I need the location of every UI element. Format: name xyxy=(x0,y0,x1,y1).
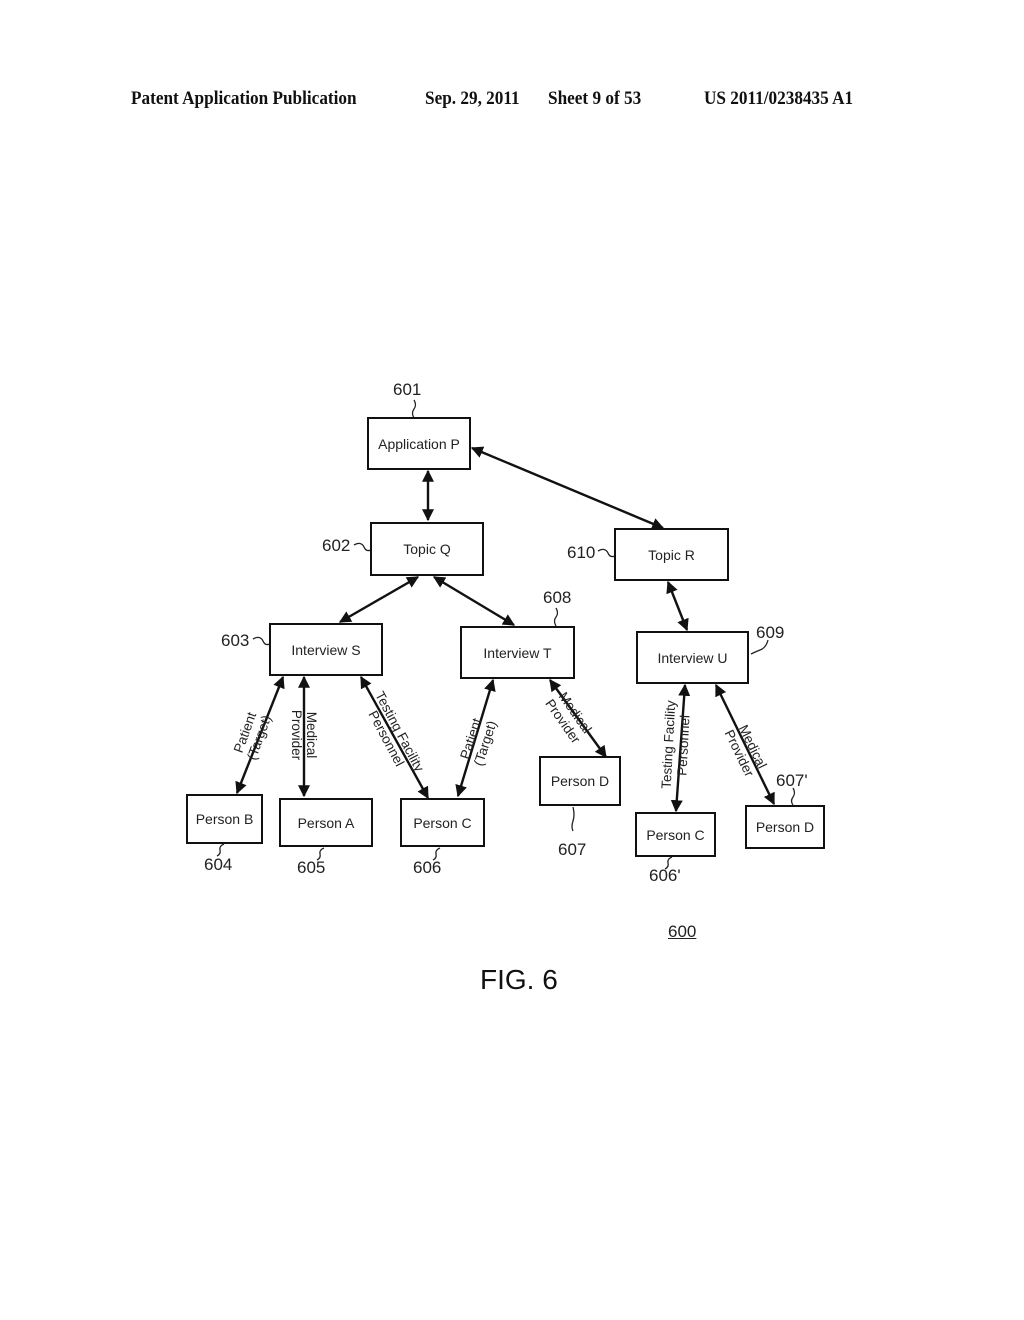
node-person-b[interactable]: Person B xyxy=(186,794,263,844)
ref-604: 604 xyxy=(204,855,233,874)
node-label: Topic Q xyxy=(403,541,451,557)
ref-601: 601 xyxy=(393,380,422,399)
ref-607-prime: 607' xyxy=(776,771,808,790)
leader-603 xyxy=(252,636,271,646)
node-label: Topic R xyxy=(648,546,695,563)
ref-610: 610 xyxy=(567,543,596,562)
ref-607: 607 xyxy=(558,840,587,859)
node-label: Person D xyxy=(755,819,815,835)
figure-caption: FIG. 6 xyxy=(480,964,558,995)
node-label: Interview U xyxy=(657,649,728,666)
ref-605: 605 xyxy=(297,858,326,877)
node-interview-u[interactable]: Interview U xyxy=(636,631,749,684)
ref-603: 603 xyxy=(221,631,250,650)
ref-609: 609 xyxy=(756,623,785,642)
ref-606: 606 xyxy=(413,858,442,877)
leader-602 xyxy=(353,542,372,552)
node-label: Person C xyxy=(413,814,472,831)
node-label: Person A xyxy=(297,814,355,831)
node-person-c2[interactable]: Person C xyxy=(635,812,716,857)
node-application-p[interactable]: Application P xyxy=(367,417,471,470)
node-label: Person C xyxy=(646,826,705,843)
edge-label-testing-facility-personnel: Testing Facility Personnel xyxy=(658,689,694,800)
node-topic-r[interactable]: Topic R xyxy=(614,528,729,581)
node-person-d2[interactable]: Person D xyxy=(745,805,825,849)
ref-602: 602 xyxy=(322,536,351,555)
edge-label-line: Medical xyxy=(304,711,319,759)
node-label: Interview S xyxy=(291,641,361,658)
edge-topic-q-interview-t xyxy=(432,575,516,627)
ref-608: 608 xyxy=(543,588,572,607)
node-label: Person D xyxy=(550,773,610,789)
ref-606-prime: 606' xyxy=(649,866,681,885)
node-topic-q[interactable]: Topic Q xyxy=(370,522,484,576)
figure-reference: 600 xyxy=(668,922,697,941)
node-label: Interview T xyxy=(483,644,552,661)
leader-608 xyxy=(553,607,559,627)
leader-607 xyxy=(571,806,575,832)
edge-topic-q-interview-s xyxy=(338,575,420,624)
edge-label-line: Provider xyxy=(289,709,304,761)
edge-application-topic-r xyxy=(470,446,665,530)
edge-label-medical-provider: Medical Provider xyxy=(289,695,319,775)
leader-610 xyxy=(597,548,616,558)
node-person-a[interactable]: Person A xyxy=(279,798,373,847)
node-label: Application P xyxy=(378,435,460,452)
node-label: Person B xyxy=(195,811,254,827)
node-interview-s[interactable]: Interview S xyxy=(269,623,383,676)
node-person-d[interactable]: Person D xyxy=(539,756,621,806)
edge-topic-r-interview-u xyxy=(666,580,689,632)
leader-601 xyxy=(411,399,417,419)
node-person-c[interactable]: Person C xyxy=(400,798,485,847)
node-interview-t[interactable]: Interview T xyxy=(460,626,575,679)
